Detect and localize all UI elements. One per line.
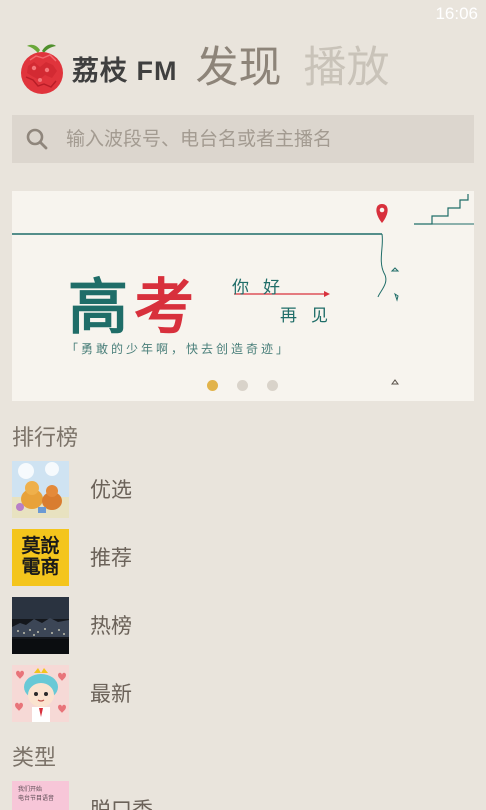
night-city-thumb <box>12 596 69 654</box>
logo-text: 荔枝 FM <box>72 55 178 86</box>
banner-greeting-1: 你好 <box>232 278 294 298</box>
list-item-label: 热榜 <box>90 614 132 638</box>
status-time: 16:06 <box>435 4 478 23</box>
lychee-icon <box>21 44 63 94</box>
tab-discover[interactable]: 发现 <box>196 40 282 96</box>
yellow-text-thumb: 莫說電商 <box>12 528 69 586</box>
page-dot-3[interactable] <box>267 380 278 391</box>
pink-card-thumb: 我们开始 电台节目语音 <box>12 780 69 810</box>
list-item-label: 推荐 <box>90 546 132 570</box>
app-logo: 荔枝 FM <box>16 40 178 96</box>
thumb-text-2: 电台节目语音 <box>18 794 55 802</box>
search-bar[interactable] <box>12 115 474 163</box>
banner-pagination <box>207 380 278 391</box>
cartoon-boy-thumb <box>12 664 69 722</box>
cartoon-bears-thumb <box>12 460 69 518</box>
page-dot-2[interactable] <box>237 380 248 391</box>
banner-title: 高考 <box>68 273 200 343</box>
search-icon <box>26 128 48 150</box>
thumb-text: 莫說電商 <box>21 535 60 578</box>
banner-motto: 「勇敢的少年啊，快去创造奇迹」 <box>66 342 292 356</box>
header: 荔枝 FM 发现 播放 <box>16 40 486 96</box>
list-item-hot[interactable]: 热榜 <box>12 596 474 654</box>
list-item-recommended[interactable]: 莫說電商 推荐 <box>12 528 474 586</box>
list-item-label: 脱口秀 <box>90 798 153 810</box>
tab-play[interactable]: 播放 <box>304 40 390 96</box>
section-title-categories: 类型 <box>12 746 57 771</box>
list-item-label: 优选 <box>90 478 132 502</box>
list-item-talkshow[interactable]: 我们开始 电台节目语音 脱口秀 <box>12 780 474 810</box>
banner-greeting-2: 再见 <box>280 306 342 326</box>
promo-banner[interactable]: 高考 你好 再见 「勇敢的少年啊，快去创造奇迹」 <box>12 191 474 401</box>
list-item-featured[interactable]: 优选 <box>12 460 474 518</box>
page-dot-1[interactable] <box>207 380 218 391</box>
section-title-ranking: 排行榜 <box>12 426 79 451</box>
list-item-label: 最新 <box>90 682 132 706</box>
search-input[interactable] <box>66 128 446 150</box>
thumb-text-1: 我们开始 <box>18 785 43 793</box>
list-item-latest[interactable]: 最新 <box>12 664 474 722</box>
